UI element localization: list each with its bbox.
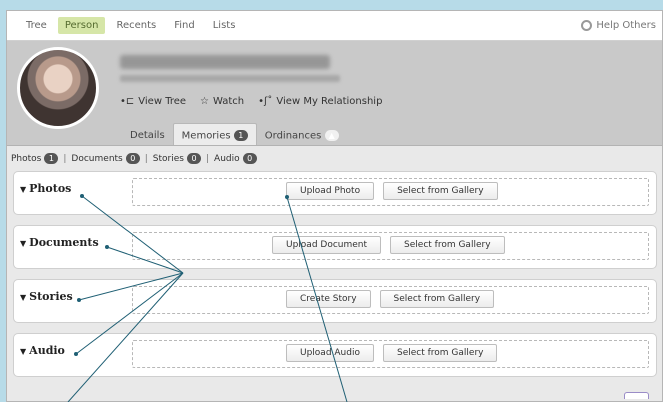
documents-title-text: Documents	[29, 236, 99, 249]
filter-separator: |	[205, 153, 210, 164]
view-relationship-link[interactable]: •ʃ˚ View My Relationship	[258, 96, 382, 107]
filter-documents-label: Documents	[71, 153, 123, 164]
tab-ordinances-label: Ordinances	[264, 130, 322, 141]
nav-tab-person[interactable]: Person	[57, 17, 106, 34]
person-subtabs: Details Memories 1 Ordinances ▲	[122, 122, 347, 146]
filter-documents-count: 0	[125, 153, 140, 164]
nav-tab-tree[interactable]: Tree	[19, 17, 54, 34]
audio-section-title[interactable]: ▼ Audio	[20, 344, 65, 357]
create-story-button[interactable]: Create Story	[286, 290, 371, 308]
star-icon: ☆	[200, 95, 209, 107]
watch-link[interactable]: ☆ Watch	[200, 96, 244, 107]
person-actions: •⊏ View Tree ☆ Watch •ʃ˚ View My Relatio…	[120, 96, 382, 107]
person-header: •⊏ View Tree ☆ Watch •ʃ˚ View My Relatio…	[7, 41, 662, 146]
relationship-icon: •ʃ˚	[258, 95, 273, 107]
top-navigation: Tree Person Recents Find Lists Help Othe…	[7, 11, 662, 41]
audio-select-from-gallery-button[interactable]: Select from Gallery	[382, 344, 498, 362]
filter-separator: |	[63, 153, 67, 164]
triangle-down-icon: ▼	[20, 238, 27, 248]
tab-details[interactable]: Details	[122, 124, 173, 145]
filter-photos[interactable]: Photos 1	[11, 153, 59, 164]
photos-select-from-gallery-button[interactable]: Select from Gallery	[383, 182, 498, 200]
person-page: Tree Person Recents Find Lists Help Othe…	[6, 10, 663, 402]
filter-stories[interactable]: Stories 0	[153, 153, 201, 164]
blurred-name	[120, 55, 330, 69]
documents-section-title[interactable]: ▼ Documents	[20, 236, 99, 249]
documents-select-from-gallery-button[interactable]: Select from Gallery	[390, 236, 505, 254]
nav-tab-recents[interactable]: Recents	[109, 17, 163, 34]
memories-count-badge: 1	[233, 129, 248, 141]
tab-memories[interactable]: Memories 1	[172, 122, 257, 145]
memory-filter-bar: Photos 1 | Documents 0 | Stories 0 | Aud…	[7, 146, 662, 171]
audio-title-text: Audio	[29, 344, 65, 357]
upload-audio-button[interactable]: Upload Audio	[286, 344, 374, 362]
photos-buttons: Upload Photo Select from Gallery	[286, 182, 498, 200]
filter-separator: |	[144, 153, 148, 164]
documents-buttons: Upload Document Select from Gallery	[272, 236, 505, 254]
stories-section: ▼ Stories Create Story Select from Galler…	[13, 279, 657, 323]
help-circle-icon	[581, 20, 593, 31]
upload-photo-button[interactable]: Upload Photo	[286, 182, 375, 200]
view-tree-label: View Tree	[138, 96, 187, 107]
stories-section-title[interactable]: ▼ Stories	[20, 290, 73, 303]
stories-buttons: Create Story Select from Gallery	[286, 290, 495, 308]
triangle-down-icon: ▼	[20, 346, 27, 356]
help-others-label: Help Others	[596, 20, 656, 31]
audio-section: ▼ Audio Upload Audio Select from Gallery	[13, 333, 657, 377]
view-relationship-label: View My Relationship	[276, 96, 383, 107]
filter-photos-label: Photos	[11, 153, 42, 164]
help-others-link[interactable]: Help Others	[581, 20, 656, 31]
triangle-down-icon: ▼	[20, 184, 27, 194]
blurred-dates	[120, 75, 340, 82]
photos-section-title[interactable]: ▼ Photos	[20, 182, 71, 195]
upload-document-button[interactable]: Upload Document	[272, 236, 382, 254]
stories-title-text: Stories	[29, 290, 73, 303]
filter-stories-label: Stories	[152, 153, 184, 164]
tree-icon: •⊏	[120, 95, 135, 107]
nav-tab-find[interactable]: Find	[167, 17, 202, 34]
avatar	[17, 47, 99, 129]
watch-label: Watch	[213, 96, 245, 107]
documents-section: ▼ Documents Upload Document Select from G…	[13, 225, 657, 269]
view-tree-link[interactable]: •⊏ View Tree	[120, 96, 186, 107]
filter-audio[interactable]: Audio 0	[214, 153, 257, 164]
audio-buttons: Upload Audio Select from Gallery	[286, 344, 498, 362]
filter-audio-label: Audio	[214, 153, 240, 164]
filter-stories-count: 0	[186, 153, 201, 164]
filter-documents[interactable]: Documents 0	[71, 153, 140, 164]
tab-ordinances[interactable]: Ordinances ▲	[257, 124, 347, 146]
filter-photos-count: 1	[44, 153, 59, 164]
tab-memories-label: Memories	[181, 130, 231, 141]
filter-audio-count: 0	[242, 153, 257, 164]
photos-title-text: Photos	[29, 182, 72, 195]
nav-tab-lists[interactable]: Lists	[206, 17, 243, 34]
person-name-blurred	[120, 55, 340, 82]
stories-select-from-gallery-button[interactable]: Select from Gallery	[379, 290, 495, 308]
scroll-top-button[interactable]	[624, 392, 649, 399]
triangle-down-icon: ▼	[20, 292, 27, 302]
ordinances-icon: ▲	[324, 129, 339, 141]
photos-section: ▼ Photos Upload Photo Select from Gallery	[13, 171, 657, 215]
